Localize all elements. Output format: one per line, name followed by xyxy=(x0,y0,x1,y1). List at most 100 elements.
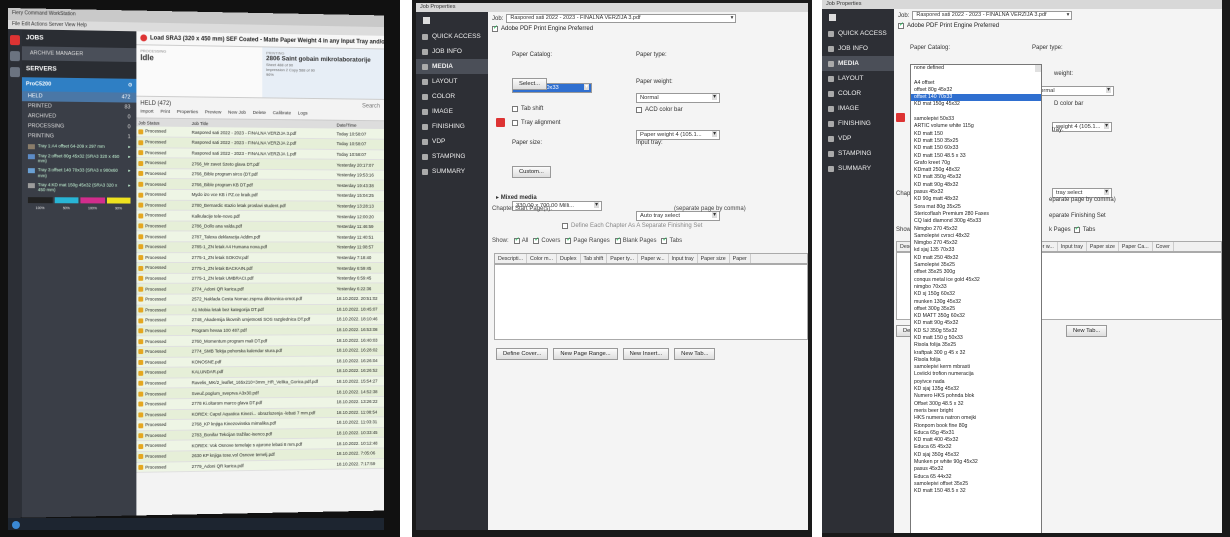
dropdown-option[interactable]: KD matt 250 48x32 xyxy=(911,255,1041,262)
dropdown-option[interactable]: KD matt 90g 45x32 xyxy=(911,320,1041,327)
dropdown-option[interactable]: CQ laid diamond 300g 45x33 xyxy=(911,218,1041,225)
show-blank-pages[interactable]: Blank Pages xyxy=(614,236,656,244)
tabs-checkbox-2[interactable] xyxy=(1073,225,1080,233)
tray-item[interactable]: Tray 3:offset 140 70x33 (SRA3 x 900x60 m… xyxy=(22,165,136,180)
search-input[interactable]: Search xyxy=(358,100,383,112)
dropdown-option[interactable]: offset 140 70x33 xyxy=(911,94,1041,102)
nav-quick-access[interactable]: QUICK ACCESS xyxy=(822,26,894,41)
table-row[interactable]: Processed 2787_Talexa deklaracija Addim.p… xyxy=(136,231,384,243)
dropdown-option[interactable]: ARTIC volume white 115g xyxy=(911,123,1041,130)
table-column-header[interactable]: Paper Ca... xyxy=(1119,242,1153,251)
dropdown-option[interactable]: KD mat 150g 45x32 xyxy=(911,101,1041,108)
dropdown-option[interactable] xyxy=(911,109,1041,116)
dropdown-option[interactable]: KD 90g matt 48x32 xyxy=(911,196,1041,203)
new-page-range-button[interactable]: New Page Range... xyxy=(553,348,618,360)
input-tray-select[interactable]: Auto tray select xyxy=(636,211,720,221)
dropdown-option[interactable]: KD matt 150 48.5 x 32 xyxy=(911,488,1041,495)
table-column-header[interactable]: Input tray xyxy=(669,254,698,263)
servers-icon[interactable] xyxy=(9,67,20,78)
nav-summary[interactable]: SUMMARY xyxy=(822,161,894,176)
engine-checkbox-2[interactable] xyxy=(898,21,904,29)
toolbar-calibrate-button[interactable]: Calibrate xyxy=(273,111,291,116)
nav-stamping[interactable]: STAMPING xyxy=(822,146,894,161)
dropdown-option[interactable]: KD matt 150 g 50x33 xyxy=(911,335,1041,342)
dropdown-option[interactable]: KD matt 90g 48x32 xyxy=(911,182,1041,189)
dropdown-option[interactable]: Risola folija 35x25 xyxy=(911,342,1041,349)
jobs-icon[interactable] xyxy=(9,51,20,62)
table-row[interactable]: Processed Kalkulacije tele-novo.pdf Yester… xyxy=(136,210,384,222)
dropdown-option[interactable]: kraftpak 300 g 45 x 32 xyxy=(911,350,1041,357)
paper-type-select[interactable]: Normal xyxy=(636,93,720,103)
tray-chevron-icon[interactable]: ▸ xyxy=(128,144,130,149)
dropdown-option[interactable]: KD sjaj 350g 45x32 xyxy=(911,452,1041,459)
nav-media[interactable]: MEDIA xyxy=(416,59,488,74)
dropdown-option[interactable]: Stericoflash Premium 280 Faxes xyxy=(911,211,1041,218)
dropdown-option[interactable]: Educa 65g 45x31 xyxy=(911,430,1041,437)
dropdown-option[interactable]: Nimgbo 270 45x32 xyxy=(911,240,1041,247)
tray-chevron-icon[interactable]: ▸ xyxy=(128,168,130,173)
table-column-header[interactable]: Paper ty... xyxy=(607,254,638,263)
dropdown-option[interactable]: Educa 65 45x32 xyxy=(911,444,1041,451)
nav-layout[interactable]: LAYOUT xyxy=(822,71,894,86)
table-row[interactable]: Processed 2786_Dollo ana valda.pdf Yesterd… xyxy=(136,220,384,232)
nav-media[interactable]: MEDIA xyxy=(822,56,894,71)
table-column-header[interactable]: Tab shift xyxy=(581,254,608,263)
engine-checkbox[interactable] xyxy=(492,24,498,32)
nav-job-info[interactable]: JOB INFO xyxy=(822,41,894,56)
toolbar-properties-button[interactable]: Properties xyxy=(177,110,198,115)
dropdown-option[interactable]: KD sjaj 135g 45x32 xyxy=(911,386,1041,393)
new-tab-button[interactable]: New Tab... xyxy=(674,348,716,360)
acd-checkbox[interactable] xyxy=(636,107,642,113)
table-row[interactable]: Processed 2775-1_ZN letak UMBRACI.pdf Yest… xyxy=(136,273,384,284)
define-cover-button[interactable]: Define Cover... xyxy=(496,348,549,360)
nav-job-info[interactable]: JOB INFO xyxy=(416,44,488,59)
dropdown-option[interactable]: none defined xyxy=(911,65,1041,72)
table-column-header[interactable]: Paper size xyxy=(698,254,730,263)
nav-color[interactable]: COLOR xyxy=(822,86,894,101)
nav-finishing[interactable]: FINISHING xyxy=(822,116,894,131)
start-icon[interactable] xyxy=(11,521,20,529)
toolbar-print-button[interactable]: Print xyxy=(160,110,170,115)
paper-weight-select[interactable]: Paper weight 4 (105.1... xyxy=(636,130,720,140)
dropdown-option[interactable]: KD MATT 350g 60x32 xyxy=(911,313,1041,320)
dropdown-option[interactable]: Risola folija xyxy=(911,357,1041,364)
dropdown-option[interactable]: KD matt 150 48.5 x 33 xyxy=(911,153,1041,160)
job-select-2[interactable]: Raspored sati 2022 - 2023 - FINALNA VERZ… xyxy=(912,11,1073,20)
toolbar-new-job-button[interactable]: New Job xyxy=(228,111,246,116)
tray-chevron-icon[interactable]: ▸ xyxy=(128,154,130,159)
tray-chevron-icon[interactable]: ▸ xyxy=(128,182,130,187)
dropdown-option[interactable]: Sora mat 80g 35x25 xyxy=(911,204,1041,211)
dropdown-option[interactable]: conqus metal ice gold 45x32 xyxy=(911,277,1041,284)
dropdown-option[interactable]: Loviicki trofion numeracija xyxy=(911,371,1041,378)
dropdown-option[interactable]: HKS numera natron omejki xyxy=(911,415,1041,422)
table-column-header[interactable]: Paper xyxy=(730,254,751,263)
show-all[interactable]: All xyxy=(513,236,528,244)
show-checkbox[interactable] xyxy=(513,236,520,244)
dropdown-option[interactable]: Rionpom book fine 80g xyxy=(911,423,1041,430)
dropdown-option[interactable]: KD SJ 350g 55x32 xyxy=(911,328,1041,335)
dropdown-option[interactable]: Numero HKS pohnda blok xyxy=(911,393,1041,400)
toolbar-import-button[interactable]: Import xyxy=(140,110,153,115)
dropdown-option[interactable]: samolepivi 50x33 xyxy=(911,116,1041,123)
dropdown-option[interactable]: KD matt 150 xyxy=(911,131,1041,138)
show-checkbox[interactable] xyxy=(661,236,667,244)
show-checkbox[interactable] xyxy=(614,236,621,244)
tab-shift-checkbox[interactable] xyxy=(512,106,518,112)
define-each-checkbox[interactable] xyxy=(562,223,568,229)
dropdown-option[interactable]: KD sj 150g 60x32 xyxy=(911,291,1041,298)
dropdown-option[interactable]: offset 35x25 300g xyxy=(911,269,1041,276)
dropdown-option[interactable]: KD matt 150 60x33 xyxy=(911,145,1041,152)
toolbar-preview-button[interactable]: Preview xyxy=(205,110,221,115)
dropdown-option[interactable]: pasus 45x32 xyxy=(911,189,1041,196)
new-insert-button[interactable]: New Insert... xyxy=(622,348,670,360)
custom-button[interactable]: Custom... xyxy=(512,166,551,178)
table-column-header[interactable]: Paper w... xyxy=(638,254,669,263)
dropdown-scrollbar[interactable] xyxy=(1035,65,1041,73)
dropdown-option[interactable]: samolepivi offset 35x25 xyxy=(911,481,1041,488)
nav-color[interactable]: COLOR xyxy=(416,89,488,104)
nav-quick-access[interactable]: QUICK ACCESS xyxy=(416,29,488,44)
nav-finishing[interactable]: FINISHING xyxy=(416,119,488,134)
table-row[interactable]: Processed 2785-1_ZN letak A4 Humana nova.… xyxy=(136,241,384,253)
dropdown-option[interactable]: KD matt 150 35x25 xyxy=(911,138,1041,145)
paper-catalog-dropdown[interactable]: none defined A4 offset offset 80g 45x32 off… xyxy=(910,64,1042,533)
